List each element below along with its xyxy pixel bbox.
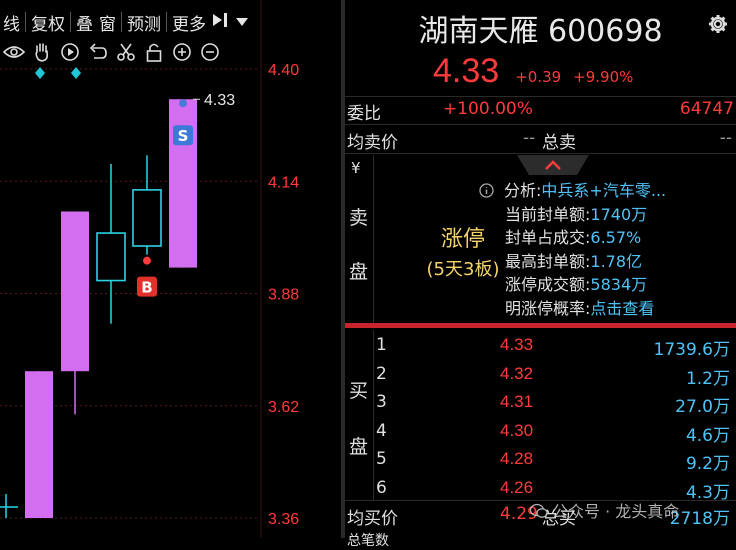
sell-side-label-1: 卖 (349, 207, 369, 229)
last-price-label: 4.33 (204, 92, 235, 109)
bid-level: 5 (376, 449, 387, 470)
analysis-value: 5834万 (590, 275, 648, 294)
analysis-line: 封单占成交:6.57% (505, 226, 666, 250)
bid-row[interactable]: 3 4.31 27.0万 (345, 389, 736, 417)
candle-body (169, 99, 197, 268)
bid-row[interactable]: 4 4.30 4.6万 (345, 418, 736, 446)
avg-sell-label: 均卖价 (347, 133, 398, 153)
sell-side-column: ¥ 卖 盘 (345, 155, 374, 323)
bid-volume: 9.2万 (685, 454, 730, 475)
analysis-key: 当前封单额: (505, 204, 591, 224)
sell-badge-label: S (178, 127, 189, 145)
bid-row[interactable]: 1 4.33 1739.6万 (345, 332, 736, 360)
signal-diamond-icon (71, 67, 81, 79)
analysis-value: 1740万 (590, 204, 648, 224)
analysis-key: 明涨停概率: (505, 298, 591, 318)
wechat-icon (529, 503, 548, 518)
analysis-concept: 中兵系+汽车零... (541, 181, 667, 200)
quote-panel: 湖南天雁 600698 4.33 +0.39 +9.90% 委比 +100.00… (345, 0, 736, 549)
bid-price: 4.33 (500, 335, 534, 354)
limit-up-streak: (5天3板) (426, 259, 500, 280)
bid-level: 3 (376, 392, 387, 413)
probability-link[interactable]: 点击查看 (590, 299, 654, 318)
buy-badge-label: B (141, 279, 152, 297)
info-icon (479, 183, 494, 198)
bid-price: 4.31 (500, 392, 534, 412)
bid-row[interactable]: 5 4.28 9.2万 (345, 446, 736, 474)
analysis-key: 最高封单额: (505, 251, 591, 271)
limit-up-status[interactable]: 涨停 (5天3板) (407, 221, 519, 281)
bid-level: 4 (376, 420, 387, 441)
weibi-value: +100.00% (443, 99, 533, 119)
total-sell-label: 总卖 (542, 133, 576, 153)
currency-icon: ¥ (351, 159, 361, 177)
analysis-value: 6.57% (590, 228, 642, 247)
analysis-key: 分析: (504, 181, 542, 200)
y-tick-label: 4.40 (268, 62, 299, 79)
candle-body (96, 232, 126, 282)
total-sell-value: -- (719, 128, 732, 148)
analysis-key: 涨停成交额: (505, 275, 591, 294)
y-tick-label: 4.14 (268, 174, 299, 191)
bid-level: 6 (376, 478, 387, 498)
limit-up-title: 涨停 (440, 227, 485, 252)
buy-orderbook: 买 盘 1 4.33 1739.6万 2 4.32 1.2万 3 4.31 27.0万 4 4.30… (345, 330, 736, 503)
sell-side-label-2: 盘 (349, 261, 369, 283)
stock-name-code[interactable]: 湖南天雁 600698 (345, 6, 736, 50)
buy-signal-dot (143, 256, 151, 265)
kline-chart-panel[interactable]: 线 复权 叠 窗 预测 更多 4.40 4.14 3.88 3.62 3.36 … (0, 0, 341, 538)
bid-price: 4.26 (500, 478, 534, 497)
bid-level: 2 (376, 363, 387, 384)
row-divider (345, 153, 736, 154)
gear-icon[interactable] (708, 14, 728, 38)
analysis-line: 涨停成交额:5834万 (505, 273, 666, 297)
collapse-toggle[interactable] (517, 155, 589, 175)
limit-up-analysis: 分析:中兵系+汽车零... 当前封单额:1740万 封单占成交:6.57% 最高… (479, 179, 667, 321)
bid-volume: 27.0万 (675, 397, 730, 418)
y-tick-label: 3.36 (268, 511, 299, 528)
bid-price: 4.28 (500, 449, 534, 469)
y-tick-label: 3.88 (268, 287, 299, 304)
bid-volume: 1739.6万 (653, 340, 730, 360)
avg-sell-value: -- (523, 128, 536, 148)
bid-level: 1 (376, 335, 387, 355)
bid-price: 4.30 (500, 420, 534, 440)
y-tick-label: 3.62 (268, 399, 299, 416)
candlestick-chart[interactable]: 4.40 4.14 3.88 3.62 3.36 4.33 S B (0, 0, 341, 538)
bid-volume: 1.2万 (685, 368, 730, 389)
price-change: +0.39 (515, 68, 562, 86)
last-price: 4.33 (433, 52, 500, 90)
row-divider (345, 124, 736, 125)
bid-volume: 4.6万 (685, 425, 730, 446)
analysis-line: 最高封单额:1.78亿 (505, 250, 666, 274)
watermark: 公众号 · 龙头真命 (529, 498, 680, 522)
analysis-key: 封单占成交: (505, 228, 591, 247)
price-row: 4.33 +0.39 +9.90% (433, 52, 633, 91)
avg-buy-label: 均买价 (347, 509, 398, 529)
candle-body (132, 189, 162, 247)
row-divider (345, 96, 736, 97)
bid-price: 4.32 (500, 363, 534, 383)
total-trades-label: 总笔数 (347, 533, 389, 549)
candle-body (61, 211, 89, 372)
candle-body (25, 371, 53, 518)
analysis-line: 明涨停概率:点击查看 (505, 297, 666, 321)
sell-orderbook: ¥ 卖 盘 涨停 (5天3板) 分析:中兵系+汽车零... 当前封单额:1740… (345, 155, 736, 323)
weicha-value: 64747 (679, 99, 734, 119)
price-change-pct: +9.90% (573, 68, 634, 86)
bid-row[interactable]: 2 4.32 1.2万 (345, 361, 736, 389)
sell-signal-dot (179, 99, 187, 108)
watermark-text: 公众号 · 龙头真命 (552, 502, 680, 521)
bid-ask-separator (345, 323, 736, 328)
analysis-line[interactable]: 分析:中兵系+汽车零... (479, 179, 667, 203)
analysis-value: 1.78亿 (590, 251, 643, 271)
weibi-label: 委比 (347, 104, 381, 124)
analysis-line: 当前封单额:1740万 (505, 203, 666, 227)
